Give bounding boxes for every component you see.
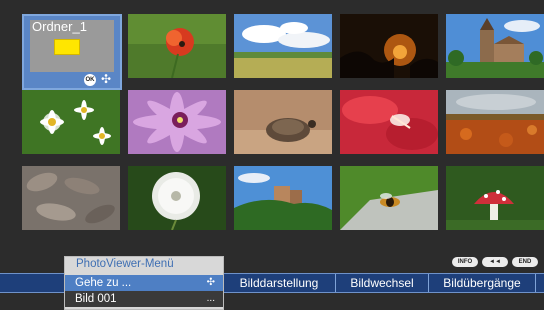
- thumbnail-sunset-silhouette[interactable]: [340, 14, 438, 78]
- four-way-arrows-icon: ✣: [206, 277, 215, 288]
- menu-bar-edge: [535, 274, 544, 292]
- folder-icon: [54, 39, 80, 55]
- menu-item-bilduebergaenge[interactable]: Bildübergänge: [428, 274, 535, 292]
- thumbnail-red-mushroom[interactable]: [446, 166, 544, 230]
- thumbnail-red-poppy[interactable]: [128, 14, 226, 78]
- folder-tile-selected[interactable]: Ordner_1 OK ✣: [22, 14, 122, 90]
- thumbnail-purple-flower[interactable]: [128, 90, 226, 154]
- thumbnail-dandelion-seedhead[interactable]: [128, 166, 226, 230]
- info-key-hint: INFO: [452, 257, 478, 267]
- thumbnail-white-daisies[interactable]: [22, 90, 120, 154]
- ok-button-icon: OK: [84, 74, 96, 86]
- thumbnail-cloudy-sky-field[interactable]: [234, 14, 332, 78]
- four-way-arrows-icon: ✣: [101, 72, 112, 86]
- more-options-icon: ...: [206, 293, 215, 304]
- popup-item-label: Bild 001: [75, 293, 117, 305]
- folder-label: Ordner_1: [32, 19, 87, 34]
- popup-item-bild[interactable]: Bild 001 ...: [65, 291, 223, 307]
- rewind-key-hint: ◄◄: [482, 257, 508, 267]
- thumbnail-dry-leaves[interactable]: [22, 166, 120, 230]
- photo-grid: Ordner_1 OK ✣: [0, 0, 544, 240]
- end-key-hint: END: [512, 257, 538, 267]
- thumbnail-sandy-shell[interactable]: [234, 90, 332, 154]
- thumbnail-hill-castle[interactable]: [234, 166, 332, 230]
- menu-item-bilddarstellung[interactable]: Bilddarstellung: [222, 274, 335, 292]
- thumbnail-bee-on-rock[interactable]: [340, 166, 438, 230]
- popup-item-gehe-zu[interactable]: Gehe zu ... ✣: [65, 275, 223, 291]
- menu-item-bildwechsel[interactable]: Bildwechsel: [335, 274, 428, 292]
- thumbnail-red-flower[interactable]: [340, 90, 438, 154]
- thumbnail-autumn-field[interactable]: [446, 90, 544, 154]
- photoviewer-menu: PhotoViewer-Menü Gehe zu ... ✣ Bild 001 …: [64, 256, 224, 310]
- thumbnail-castle-church[interactable]: [446, 14, 544, 78]
- popup-item-label: Gehe zu ...: [75, 277, 132, 289]
- popup-title: PhotoViewer-Menü: [76, 258, 174, 270]
